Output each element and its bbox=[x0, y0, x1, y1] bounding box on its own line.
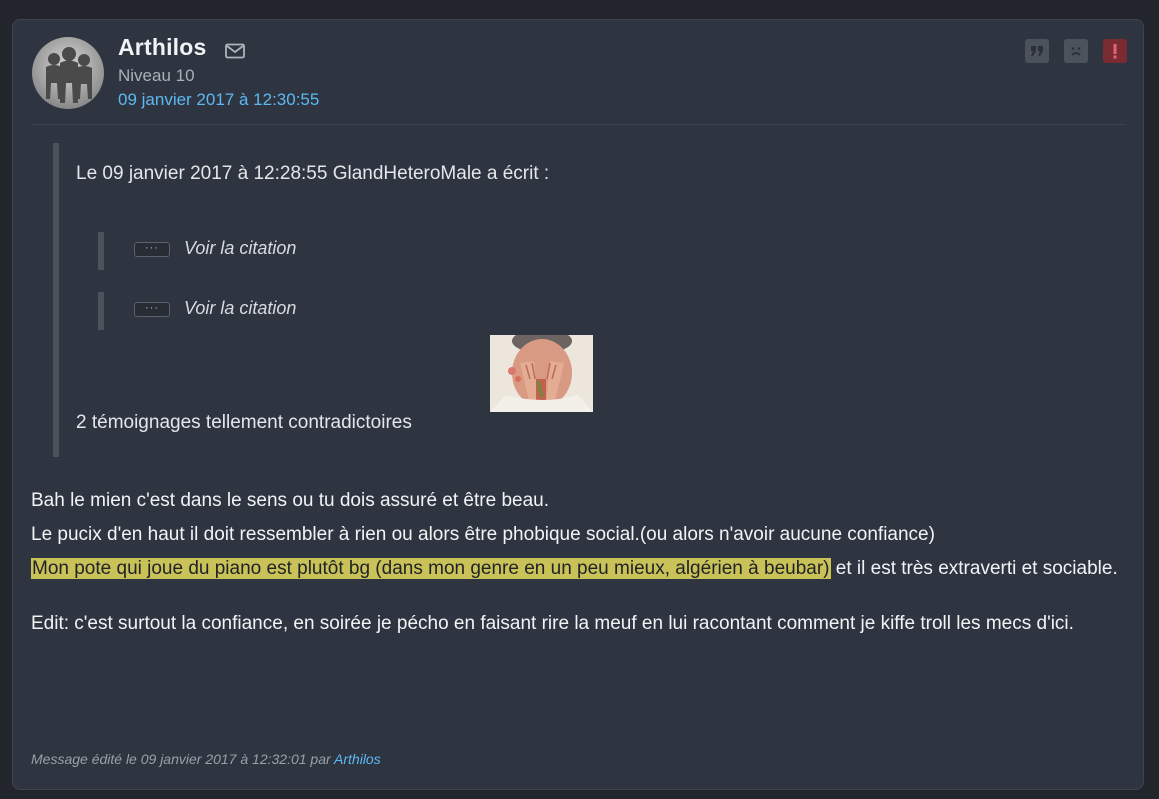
show-quote-link[interactable]: Voir la citation bbox=[184, 298, 296, 319]
edit-footer: Message édité le 09 janvier 2017 à 12:32… bbox=[31, 751, 381, 767]
forum-post: Arthilos Niveau 10 09 janvier 2017 à 12:… bbox=[12, 19, 1144, 790]
facepalm-sticker bbox=[490, 335, 593, 412]
body-line: Bah le mien c'est dans le sens ou tu doi… bbox=[31, 490, 549, 511]
nested-quote: ··· Voir la citation bbox=[98, 292, 296, 330]
mail-icon[interactable] bbox=[225, 43, 245, 64]
edit-paragraph: Edit: c'est surtout la confiance, en soi… bbox=[31, 613, 1074, 634]
header-divider bbox=[31, 124, 1125, 125]
body-line: Le pucix d'en haut il doit ressembler à … bbox=[31, 524, 935, 545]
quote-text: 2 témoignages tellement contradictoires bbox=[76, 412, 412, 433]
quote-icon bbox=[1031, 46, 1043, 56]
quote-button[interactable] bbox=[1025, 39, 1049, 63]
edit-author-link[interactable]: Arthilos bbox=[334, 751, 381, 767]
sad-face-icon bbox=[1071, 47, 1081, 56]
report-button[interactable] bbox=[1103, 39, 1127, 63]
avatar[interactable] bbox=[32, 37, 104, 109]
body-paragraph: Mon pote qui joue du piano est plutôt bg… bbox=[31, 552, 1131, 586]
blockquote: Le 09 janvier 2017 à 12:28:55 GlandHeter… bbox=[53, 143, 759, 457]
post-body: Bah le mien c'est dans le sens ou tu doi… bbox=[31, 484, 1131, 641]
author-name[interactable]: Arthilos bbox=[118, 34, 207, 61]
expand-quote-button[interactable]: ··· bbox=[134, 242, 170, 257]
author-level: Niveau 10 bbox=[118, 66, 195, 85]
expand-quote-button[interactable]: ··· bbox=[134, 302, 170, 317]
quote-header: Le 09 janvier 2017 à 12:28:55 GlandHeter… bbox=[76, 163, 550, 184]
post-date-link[interactable]: 09 janvier 2017 à 12:30:55 bbox=[118, 90, 319, 110]
highlighted-text: Mon pote qui joue du piano est plutôt bg… bbox=[31, 558, 831, 579]
sad-button[interactable] bbox=[1064, 39, 1088, 63]
nested-quote: ··· Voir la citation bbox=[98, 232, 296, 270]
alert-icon bbox=[1113, 44, 1117, 59]
post-actions bbox=[1025, 39, 1127, 63]
edit-footer-label: Message édité le 09 janvier 2017 à 12:32… bbox=[31, 751, 335, 767]
body-text-after-highlight: et il est très extraverti et sociable. bbox=[830, 558, 1118, 579]
show-quote-link[interactable]: Voir la citation bbox=[184, 238, 296, 259]
